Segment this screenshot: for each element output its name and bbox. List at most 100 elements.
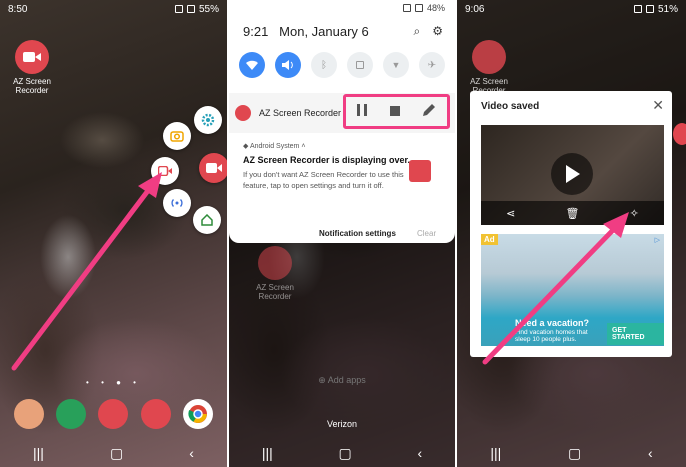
ad-cta-button[interactable]: GET STARTED [607,323,664,345]
battery-level: 48% [426,3,445,13]
mute-icon [174,5,183,13]
wifi-icon [414,4,423,12]
clear-button[interactable]: Clear [417,229,436,238]
video-saved-dialog: Video saved ✕ ⋖ 🗑 ✧ Ad ▷ Need a vacation… [470,91,672,357]
quick-settings-row: ᛒ ▼ ✈ [239,52,445,78]
status-time: 8:50 [8,3,28,15]
notification-shade-panel: AZ Screen Recorder ⊕ Add apps Verizon ||… [229,0,455,467]
edit-magic-icon[interactable]: ✧ [630,207,639,220]
clock-date: Mon, January 6 [279,24,369,39]
home-bubble[interactable] [193,206,221,234]
record-bubble[interactable] [151,157,179,185]
back-button[interactable]: ‹ [417,445,422,461]
bluetooth-toggle[interactable]: ᛒ [311,52,337,78]
android-system-notification[interactable]: ◆ Android System ˄ AZ Screen Recorder is… [243,142,445,191]
carrier-label: Verizon [326,419,358,429]
recording-controls [343,94,450,129]
advertisement[interactable]: Ad ▷ Need a vacation? Find vacation home… [481,234,664,346]
nav-bar: ||| ▢ ‹ [457,439,686,467]
nav-bar: ||| ▢ ‹ [229,439,455,467]
ad-headline: Need a vacation? [515,318,590,328]
add-icon: ⊕ [318,375,328,385]
status-time: 9:06 [465,3,485,15]
recorder-app-icon [409,160,431,182]
video-icon [206,163,222,173]
notification-settings-button[interactable]: Notification settings [319,229,396,238]
bluetooth-icon: ᛒ [321,59,327,71]
settings-bubble[interactable] [194,106,222,134]
video-saved-panel: 9:06 51% AZ Screen Recorder Video saved … [457,0,686,467]
battery-level: 51% [657,3,678,15]
recents-button[interactable]: ||| [490,445,501,461]
wifi-toggle[interactable] [239,52,265,78]
recorder-bubble-edge[interactable] [673,123,686,145]
video-thumbnail[interactable]: ⋖ 🗑 ✧ [481,125,664,225]
add-apps-label: ⊕ Add apps [318,375,366,385]
notification-title: AZ Screen Recorder is displaying over.. [243,155,413,165]
status-bar: 8:50 55% [0,0,227,18]
flashlight-icon: ▼ [391,60,401,70]
flashlight-toggle[interactable]: ▼ [383,52,409,78]
airplane-icon: ✈ [427,59,437,71]
messages-app-icon[interactable] [98,399,129,429]
pencil-icon[interactable] [422,103,436,121]
notification-source: ◆ Android System ˄ [243,143,306,150]
mute-icon [633,5,642,13]
recorder-main-bubble[interactable] [199,153,227,183]
battery-level: 55% [198,3,219,15]
status-bar: 9:06 51% [457,0,686,18]
az-recorder-app-icon[interactable]: AZ Screen Recorder [469,40,509,95]
sound-toggle[interactable] [275,52,301,78]
mute-icon [402,4,411,12]
camera-recorder-icon [15,40,49,74]
dialog-title: Video saved [481,101,540,112]
back-button[interactable]: ‹ [189,445,194,461]
home-screen-panel: 8:50 55% AZ Screen Recorder • • ● • ||| … [0,0,227,467]
ad-info-icon[interactable]: ▷ [655,236,660,244]
gear-icon[interactable]: ⚙ [432,24,443,39]
status-bar: 48% [402,3,445,13]
contacts-app-icon[interactable] [14,399,45,429]
video-actions-bar: ⋖ 🗑 ✧ [481,201,664,225]
delete-icon[interactable]: 🗑 [566,207,580,220]
recorder-notification-title: AZ Screen Recorder [259,108,342,118]
play-icon[interactable] [551,153,593,195]
phone-app-icon[interactable] [56,399,87,429]
nav-bar: ||| ▢ ‹ [0,439,227,467]
chrome-app-icon[interactable] [182,399,213,429]
app-label: AZ Screen Recorder [256,283,294,301]
wifi-icon [645,5,654,13]
az-recorder-app-icon[interactable]: AZ Screen Recorder [12,40,52,95]
video-record-icon [158,166,172,176]
home-icon [201,214,213,226]
page-indicator: • • ● • [86,378,141,387]
share-icon[interactable]: ⋖ [506,207,515,220]
recorder-icon [235,105,251,121]
screenshot-bubble[interactable] [163,122,191,150]
airplane-toggle[interactable]: ✈ [419,52,445,78]
notification-shade: 48% 9:21 Mon, January 6 ⌕ ⚙ ᛒ ▼ ✈ AZ Scr… [229,0,455,243]
ad-subtext: Find vacation homes that sleep 10 people… [515,329,588,343]
home-button[interactable]: ▢ [568,445,581,462]
shade-clock: 9:21 Mon, January 6 [243,24,369,39]
close-icon[interactable]: ✕ [652,97,664,114]
live-bubble[interactable] [163,189,191,217]
camera-app-icon[interactable] [140,399,171,429]
dock [0,399,227,429]
az-recorder-app-icon: AZ Screen Recorder [253,246,297,301]
broadcast-icon [171,199,183,207]
clock-time: 9:21 [243,24,269,39]
stop-icon[interactable] [389,103,400,121]
ad-badge: Ad [481,234,498,245]
back-button[interactable]: ‹ [648,445,653,461]
home-button[interactable]: ▢ [339,445,352,462]
wifi-icon [186,5,195,13]
rotation-icon [356,61,364,69]
home-button[interactable]: ▢ [110,445,123,462]
shade-actions: ⌕ ⚙ [414,24,444,39]
pause-icon[interactable] [357,103,368,121]
recents-button[interactable]: ||| [262,445,273,461]
search-icon[interactable]: ⌕ [414,24,421,39]
recents-button[interactable]: ||| [33,445,44,461]
rotation-toggle[interactable] [347,52,373,78]
